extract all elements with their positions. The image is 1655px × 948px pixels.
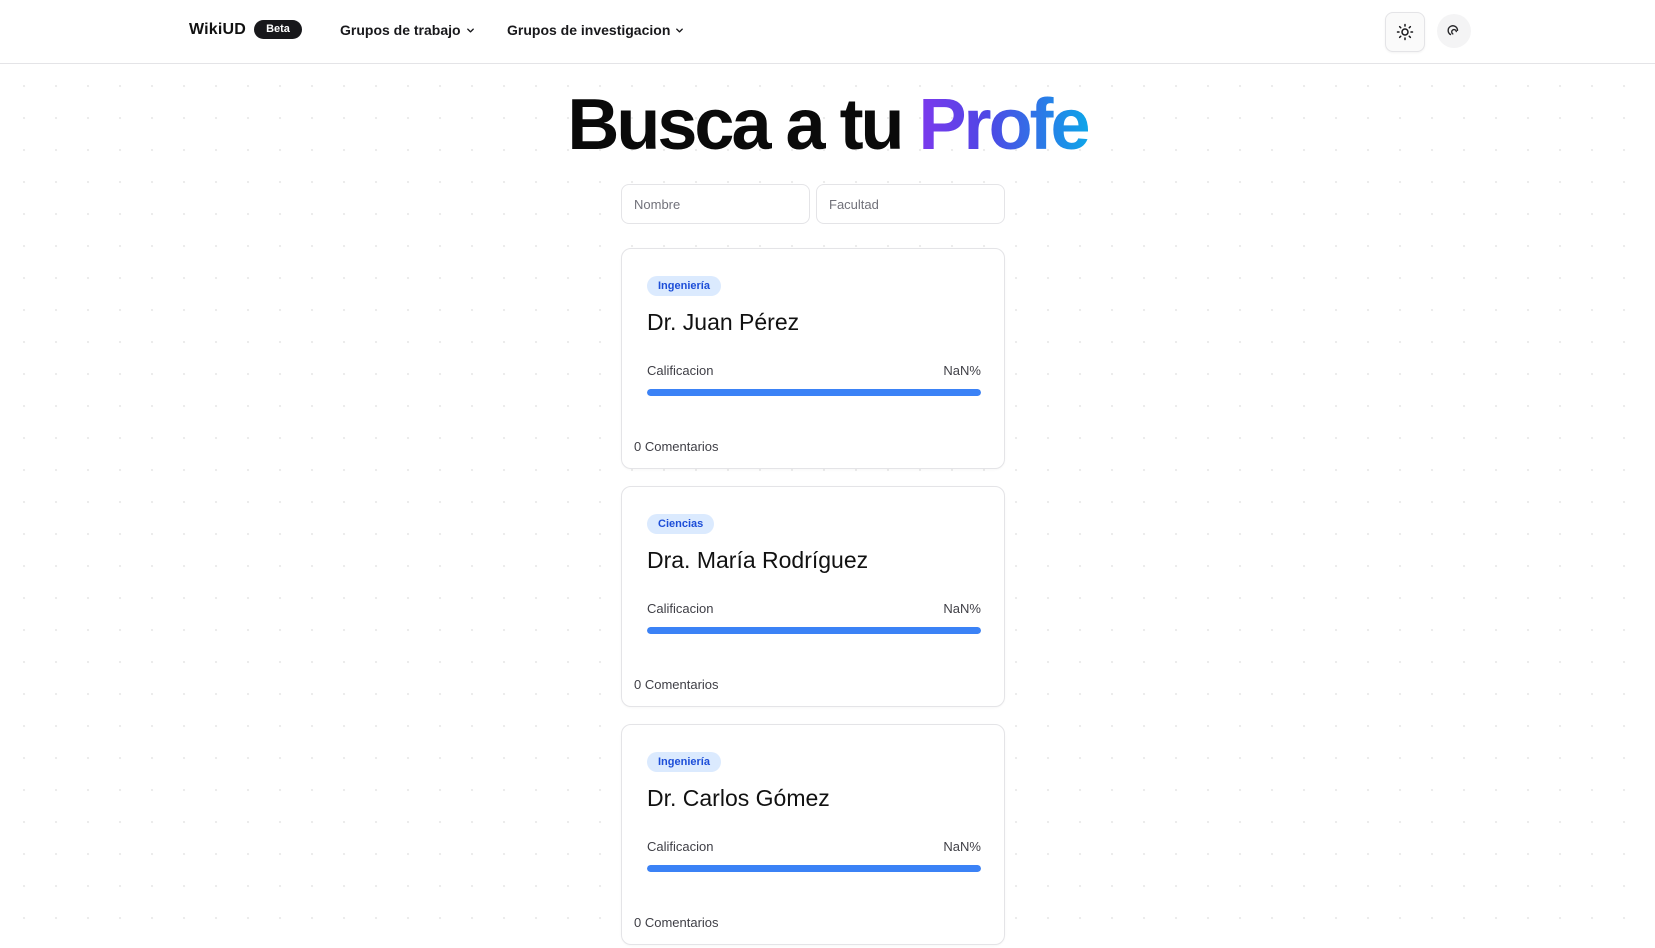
brand-link[interactable]: WikiUD Beta xyxy=(189,20,302,39)
nav-grupos-investigacion-label: Grupos de investigacion xyxy=(507,22,671,38)
page-title-main: Busca a tu xyxy=(567,85,919,165)
rating-progress-bar xyxy=(647,865,981,872)
professor-name: Dra. María Rodríguez xyxy=(647,547,869,573)
faculty-tag: Ingeniería xyxy=(647,752,721,772)
navbar: WikiUD Beta Grupos de trabajo Grupos de … xyxy=(0,0,1655,64)
rating-value: NaN% xyxy=(943,601,981,616)
name-search-input[interactable] xyxy=(621,184,810,224)
rating-row: Calificacion NaN% xyxy=(647,601,981,616)
beta-badge: Beta xyxy=(254,20,302,39)
rating-label: Calificacion xyxy=(647,363,714,378)
rating-value: NaN% xyxy=(943,839,981,854)
rating-label: Calificacion xyxy=(647,601,714,616)
chevron-down-icon xyxy=(466,27,474,33)
theme-toggle-button[interactable] xyxy=(1385,12,1425,52)
comments-count: 0 Comentarios xyxy=(634,915,719,930)
sun-icon xyxy=(1396,23,1414,41)
rating-progress-bar xyxy=(647,627,981,634)
comments-count: 0 Comentarios xyxy=(634,439,719,454)
chevron-down-icon xyxy=(676,27,684,33)
professor-card[interactable]: Ingeniería Dr. Juan Pérez Calificacion N… xyxy=(621,248,1005,469)
nav-grupos-trabajo-label: Grupos de trabajo xyxy=(340,22,461,38)
page-title: Busca a tu Profe xyxy=(0,84,1655,166)
comments-count: 0 Comentarios xyxy=(634,677,719,692)
page-title-accent: Profe xyxy=(918,85,1091,165)
rating-progress-bar xyxy=(647,389,981,396)
rating-value: NaN% xyxy=(943,363,981,378)
rating-label: Calificacion xyxy=(647,839,714,854)
rating-row: Calificacion NaN% xyxy=(647,839,981,854)
rating-progress-fill xyxy=(647,627,981,634)
rating-progress-fill xyxy=(647,389,981,396)
nav-grupos-investigacion[interactable]: Grupos de investigacion xyxy=(507,22,685,38)
nav-grupos-trabajo[interactable]: Grupos de trabajo xyxy=(340,22,476,38)
faculty-tag: Ingeniería xyxy=(647,276,721,296)
faculty-search-input[interactable] xyxy=(816,184,1005,224)
search-bar xyxy=(621,184,1005,224)
fingerprint-icon xyxy=(1447,25,1459,36)
professor-card[interactable]: Ingeniería Dr. Carlos Gómez Calificacion… xyxy=(621,724,1005,945)
professor-card[interactable]: Ciencias Dra. María Rodríguez Calificaci… xyxy=(621,486,1005,707)
professor-name: Dr. Juan Pérez xyxy=(647,309,800,335)
rating-row: Calificacion NaN% xyxy=(647,363,981,378)
rating-progress-fill xyxy=(647,865,981,872)
professor-name: Dr. Carlos Gómez xyxy=(647,785,830,811)
profile-button[interactable] xyxy=(1437,14,1471,48)
brand-name: WikiUD xyxy=(189,20,247,38)
faculty-tag: Ciencias xyxy=(647,514,715,534)
